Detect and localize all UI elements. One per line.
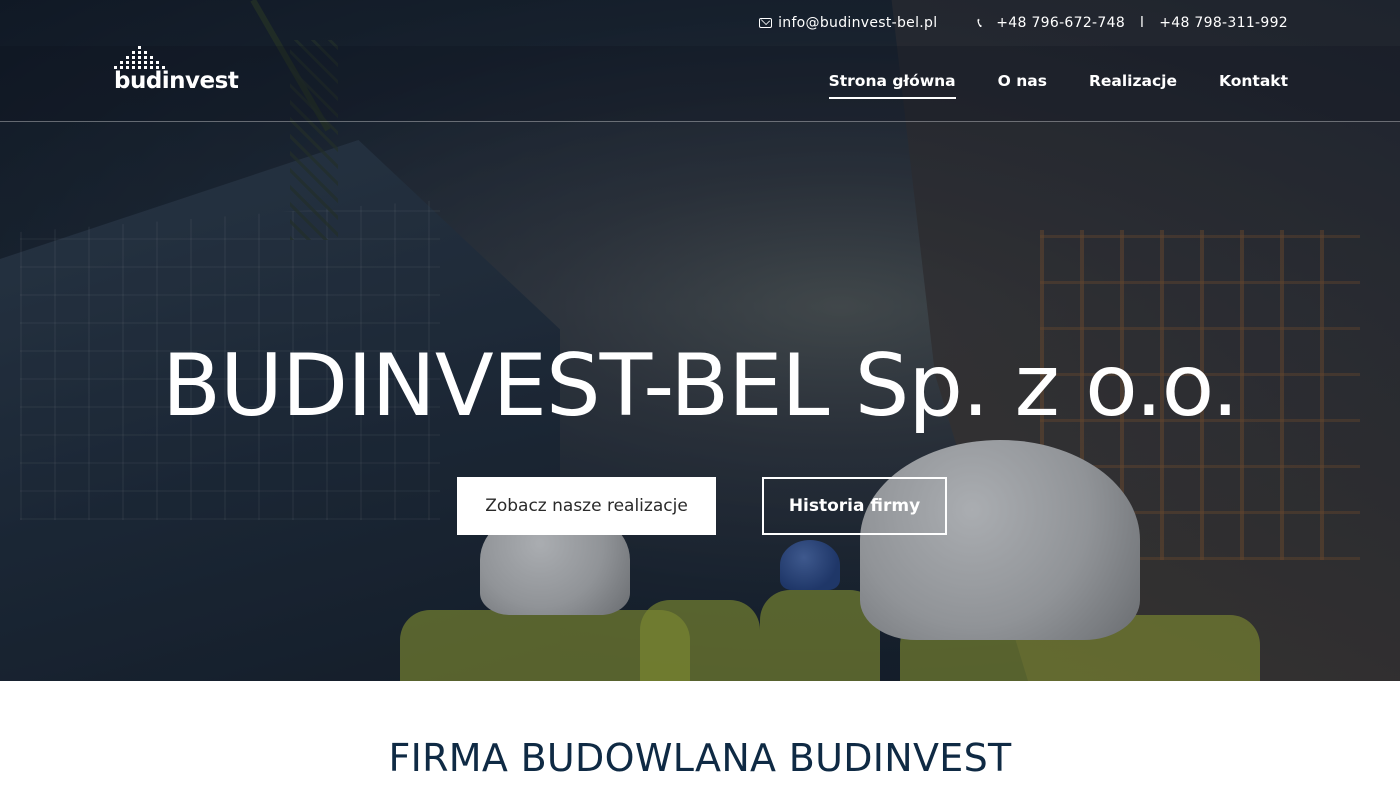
main-navbar: budinvest Strona główna O nas Realizacje… — [0, 46, 1400, 122]
logo-dot — [138, 56, 141, 59]
phone-separator: l — [1140, 15, 1145, 31]
logo-dot — [132, 61, 135, 64]
phone-icon: 📞︎ — [977, 15, 983, 31]
logo-dot — [138, 61, 141, 64]
logo-dot — [120, 61, 123, 64]
phone-number-2[interactable]: +48 798-311-992 — [1159, 15, 1288, 31]
nav-item-contact[interactable]: Kontakt — [1219, 72, 1288, 99]
envelope-icon — [759, 18, 773, 28]
primary-nav: Strona główna O nas Realizacje Kontakt — [828, 72, 1288, 99]
logo-dot — [126, 56, 129, 59]
see-projects-button[interactable]: Zobacz nasze realizacje — [457, 477, 716, 535]
logo-dot — [144, 56, 147, 59]
company-history-button[interactable]: Historia firmy — [762, 477, 947, 535]
nav-item-home[interactable]: Strona główna — [828, 72, 956, 99]
logo-dot — [126, 61, 129, 64]
logo-dot — [138, 46, 141, 49]
phone-number-1[interactable]: +48 796-672-748 — [996, 15, 1125, 31]
logo-dot — [144, 61, 147, 64]
logo-dot — [150, 61, 153, 64]
logo-dot — [132, 56, 135, 59]
hero-section: info@budinvest-bel.pl 📞︎ +48 796-672-748… — [0, 0, 1400, 681]
logo-dot — [132, 51, 135, 54]
nav-item-projects[interactable]: Realizacje — [1089, 72, 1177, 99]
logo-dot — [156, 61, 159, 64]
logo-dot — [144, 51, 147, 54]
hero-title: BUDINVEST-BEL Sp. z o.o. — [161, 336, 1239, 436]
logo-dot — [138, 51, 141, 54]
section-title: FIRMA BUDOWLANA BUDINVEST — [388, 736, 1012, 780]
contact-email[interactable]: info@budinvest-bel.pl — [759, 15, 937, 31]
email-text[interactable]: info@budinvest-bel.pl — [778, 15, 937, 31]
logo-text: budinvest — [114, 68, 239, 94]
contact-bar: info@budinvest-bel.pl 📞︎ +48 796-672-748… — [0, 0, 1400, 46]
logo-dot — [150, 56, 153, 59]
contact-phones: 📞︎ +48 796-672-748 l +48 798-311-992 — [977, 15, 1288, 31]
nav-item-about[interactable]: O nas — [998, 72, 1047, 99]
hero-buttons: Zobacz nasze realizacje Historia firmy — [457, 477, 947, 535]
budinvest-logo[interactable]: budinvest — [108, 46, 248, 96]
